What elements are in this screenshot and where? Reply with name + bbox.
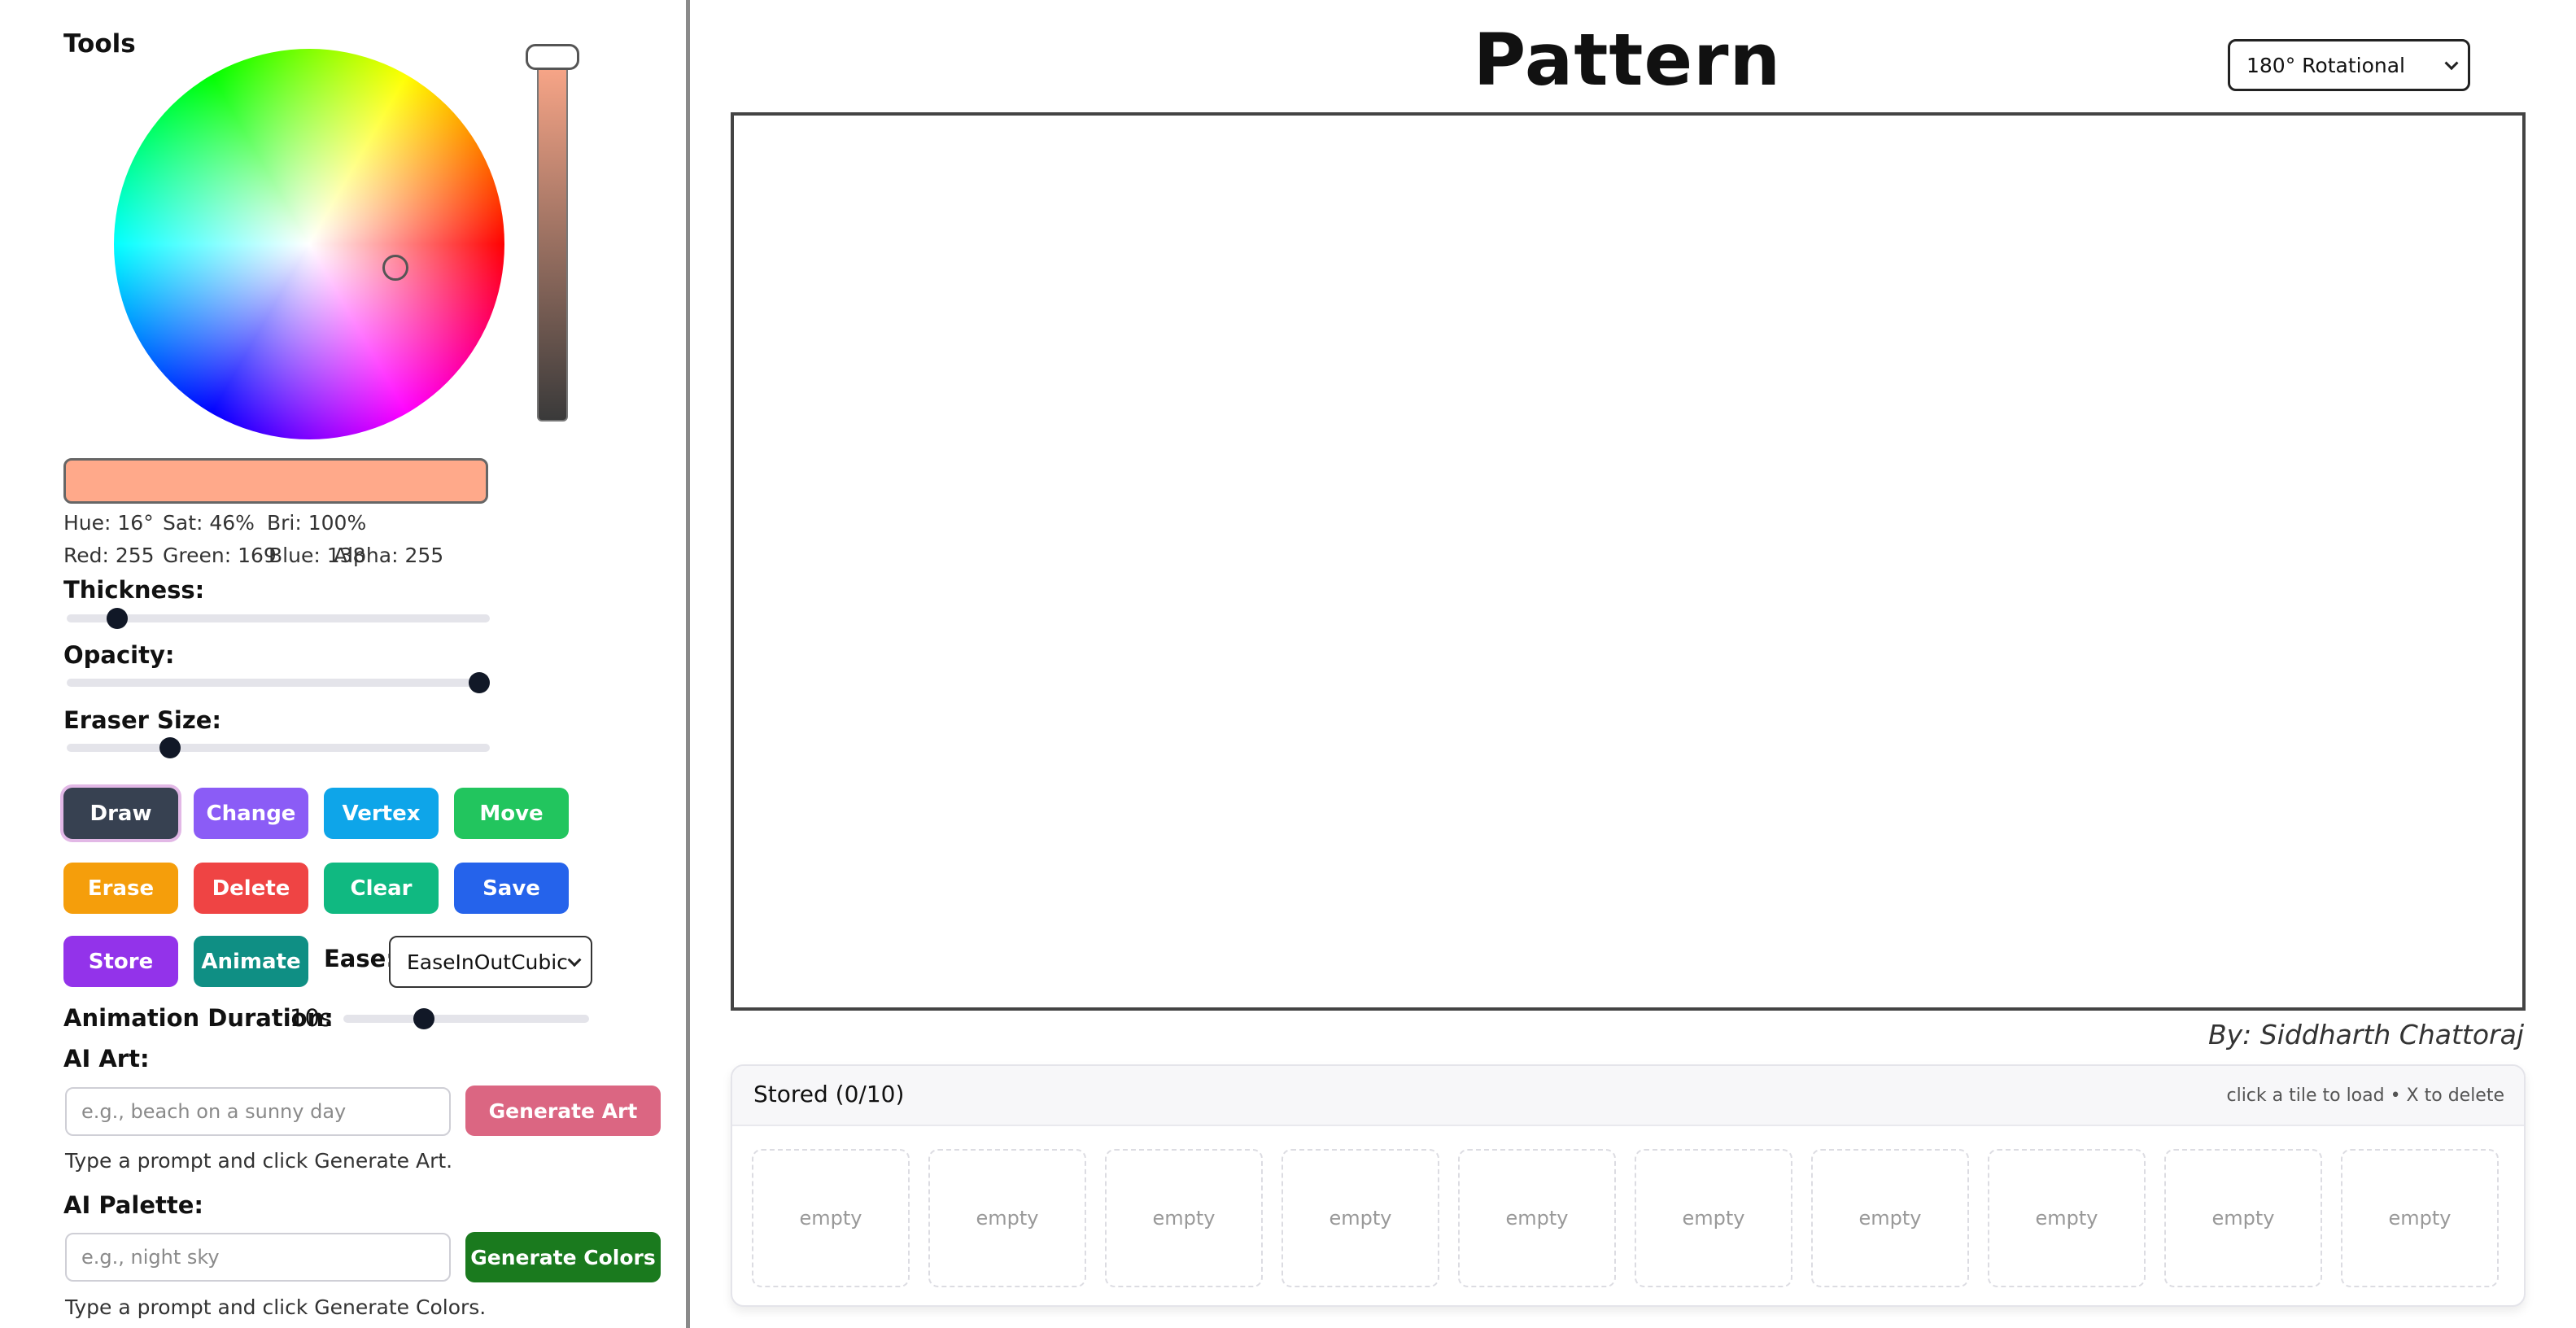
alpha-readout: Alpha: 255	[334, 544, 444, 567]
stored-hint: click a tile to load • X to delete	[2226, 1086, 2504, 1106]
ai-palette-prompt-input[interactable]: e.g., night sky	[65, 1233, 451, 1282]
animation-duration-slider[interactable]	[343, 1015, 589, 1023]
save-button[interactable]: Save	[454, 863, 569, 914]
opacity-slider[interactable]	[67, 679, 490, 687]
clear-button[interactable]: Clear	[324, 863, 439, 914]
move-button[interactable]: Move	[454, 788, 569, 839]
thickness-slider-handle[interactable]	[107, 608, 129, 629]
green-readout: Green: 169	[163, 544, 277, 567]
chevron-down-icon	[2444, 56, 2459, 71]
chevron-down-icon	[567, 953, 582, 968]
generate-art-button[interactable]: Generate Art	[465, 1086, 661, 1136]
stored-tile[interactable]: empty	[2164, 1149, 2322, 1287]
hue-readout: Hue: 16°	[63, 511, 154, 535]
opacity-label: Opacity:	[63, 641, 175, 669]
ease-select-value: EaseInOutCubic	[407, 950, 568, 974]
animation-duration-slider-handle[interactable]	[413, 1008, 434, 1029]
stored-tile[interactable]: empty	[752, 1149, 910, 1287]
brightness-readout: Bri: 100%	[267, 511, 367, 535]
saturation-readout: Sat: 46%	[163, 511, 255, 535]
thickness-slider[interactable]	[67, 614, 490, 622]
stored-title: Stored (0/10)	[753, 1081, 905, 1107]
ai-palette-hint: Type a prompt and click Generate Colors.	[65, 1295, 487, 1319]
thickness-label: Thickness:	[63, 576, 205, 604]
symmetry-mode-select[interactable]: 180° Rotational	[2228, 39, 2470, 91]
eraser-size-label: Eraser Size:	[63, 706, 221, 734]
animate-button[interactable]: Animate	[194, 936, 308, 987]
red-readout: Red: 255	[63, 544, 155, 567]
color-wheel-handle[interactable]	[382, 255, 408, 281]
stored-panel: Stored (0/10) click a tile to load • X t…	[731, 1064, 2526, 1307]
stored-tile[interactable]: empty	[1811, 1149, 1969, 1287]
animation-duration-value: 10s	[290, 1004, 333, 1032]
stored-tile[interactable]: empty	[1281, 1149, 1439, 1287]
ai-palette-label: AI Palette:	[63, 1191, 203, 1219]
stored-header: Stored (0/10) click a tile to load • X t…	[732, 1066, 2524, 1126]
drawing-canvas[interactable]	[731, 112, 2526, 1011]
draw-button[interactable]: Draw	[63, 788, 178, 839]
stored-tile[interactable]: empty	[1458, 1149, 1616, 1287]
opacity-slider-handle[interactable]	[469, 672, 490, 693]
ease-select[interactable]: EaseInOutCubic	[389, 936, 592, 988]
ai-art-label: AI Art:	[63, 1045, 150, 1072]
stored-tile[interactable]: empty	[2341, 1149, 2499, 1287]
brightness-slider[interactable]	[537, 52, 568, 422]
stored-tile[interactable]: empty	[928, 1149, 1086, 1287]
eraser-size-slider-handle[interactable]	[159, 737, 181, 758]
color-swatch	[63, 458, 488, 504]
generate-colors-button[interactable]: Generate Colors	[465, 1232, 661, 1282]
color-wheel[interactable]	[114, 49, 504, 439]
stored-tile[interactable]: empty	[1988, 1149, 2146, 1287]
delete-button[interactable]: Delete	[194, 863, 308, 914]
store-button[interactable]: Store	[63, 936, 178, 987]
stored-tile[interactable]: empty	[1105, 1149, 1263, 1287]
eraser-size-slider[interactable]	[67, 744, 490, 752]
ai-art-prompt-input[interactable]: e.g., beach on a sunny day	[65, 1087, 451, 1136]
tools-heading: Tools	[63, 29, 136, 59]
stored-tile[interactable]: empty	[1635, 1149, 1792, 1287]
brightness-slider-handle[interactable]	[526, 44, 579, 70]
symmetry-mode-value: 180° Rotational	[2246, 53, 2405, 77]
ai-art-hint: Type a prompt and click Generate Art.	[65, 1149, 453, 1173]
vertex-button[interactable]: Vertex	[324, 788, 439, 839]
author-byline: By: Siddharth Chattoraj	[2207, 1019, 2524, 1051]
erase-button[interactable]: Erase	[63, 863, 178, 914]
ease-label: Ease:	[324, 945, 395, 972]
tools-sidebar: Tools Hue: 16° Sat: 46% Bri: 100% Red: 2…	[0, 0, 690, 1328]
change-button[interactable]: Change	[194, 788, 308, 839]
